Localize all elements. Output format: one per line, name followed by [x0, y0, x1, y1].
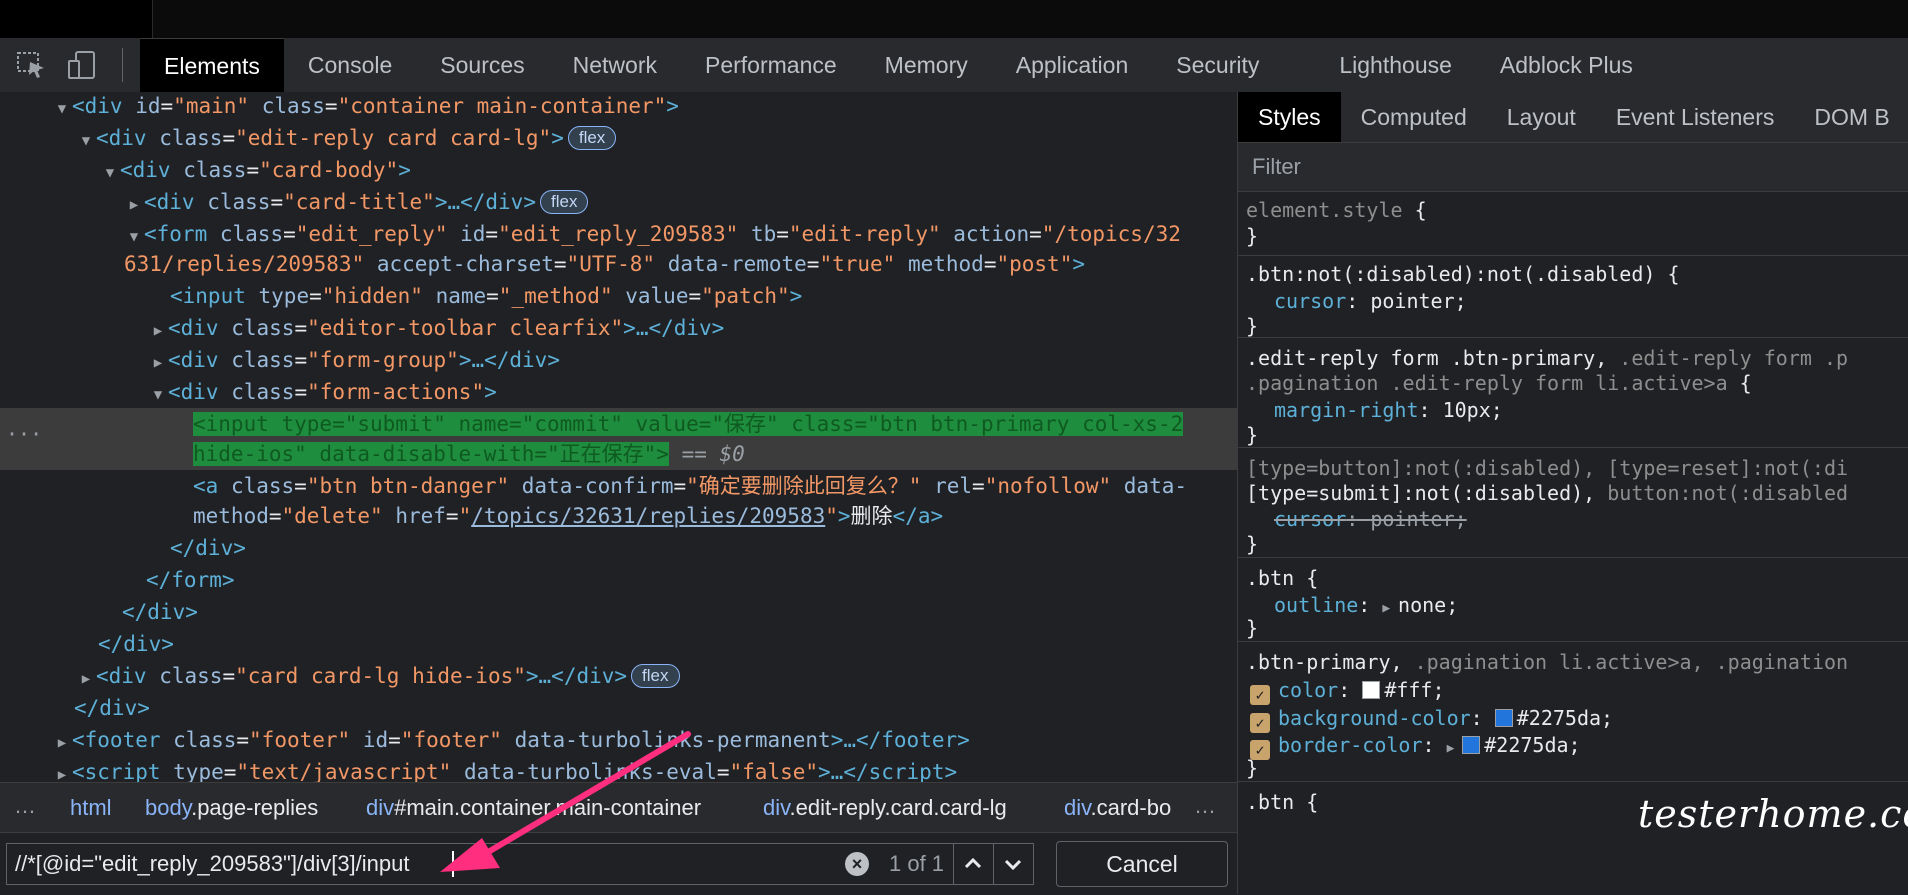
devtools-toolbar: Elements Console Sources Network Perform…: [0, 38, 1908, 93]
tab-memory[interactable]: Memory: [861, 38, 992, 92]
tab-elements[interactable]: Elements: [140, 38, 284, 93]
clear-icon[interactable]: ×: [845, 852, 869, 876]
dom-node-card-title[interactable]: ▶ <div class="card-title">…</div> flex: [124, 186, 589, 218]
tab-adblock-plus[interactable]: Adblock Plus: [1476, 38, 1657, 92]
tab-lighthouse[interactable]: Lighthouse: [1315, 38, 1476, 92]
tab-security[interactable]: Security: [1152, 38, 1315, 92]
css-rule-type-button: [type=button]:not(:disabled), [type=rese…: [1238, 447, 1908, 558]
breadcrumb: … html body.page-replies div#main.contai…: [0, 782, 1237, 833]
filter-placeholder: Filter: [1252, 154, 1301, 179]
dom-node-submit-input-cont[interactable]: hide-ios" data-disable-with="正在保存"> == $…: [193, 438, 745, 470]
dom-close-div: </div>: [122, 600, 198, 624]
color-swatch[interactable]: [1494, 709, 1513, 727]
checkbox-icon[interactable]: ✓: [1250, 713, 1270, 733]
breadcrumb-more-right[interactable]: …: [1194, 783, 1216, 833]
device-toolbar-icon[interactable]: [66, 50, 98, 80]
dom-tree: ··· ▼ <div id="main" class="container mai…: [0, 92, 1237, 782]
dom-node-delete-link-cont: method="delete" href="/topics/32631/repl…: [193, 504, 944, 528]
dom-node-hidden-input[interactable]: <input type="hidden" name="_method" valu…: [170, 280, 802, 312]
expand-triangle-icon[interactable]: ▶: [1382, 601, 1398, 616]
chevron-down-icon: [1004, 859, 1022, 871]
tab-styles[interactable]: Styles: [1238, 92, 1341, 142]
tab-network[interactable]: Network: [549, 38, 681, 92]
panel-tabs: Elements Console Sources Network Perform…: [140, 38, 1657, 93]
dom-node-card-body[interactable]: ▼ <div class="card-body">: [100, 154, 411, 186]
dom-close-div: </div>: [74, 696, 150, 720]
tab-event-listeners[interactable]: Event Listeners: [1596, 92, 1795, 142]
breadcrumb-item-edit-reply[interactable]: div.edit-reply.card.card-lg: [763, 783, 1007, 833]
dom-node-footer[interactable]: ▶ <footer class="footer" id="footer" data…: [52, 724, 970, 756]
css-rule-btn: .btn { outline: ▶ none; }: [1238, 557, 1908, 642]
dom-node-editor-toolbar[interactable]: ▶ <div class="editor-toolbar clearfix">…<…: [148, 312, 725, 344]
browser-tab-area: [152, 0, 1908, 38]
color-swatch[interactable]: [1462, 736, 1481, 754]
tab-dom-breakpoints[interactable]: DOM B: [1794, 92, 1908, 142]
href-link[interactable]: /topics/32631/replies/209583: [471, 504, 825, 528]
tab-layout[interactable]: Layout: [1487, 92, 1596, 142]
breadcrumb-item-main[interactable]: div#main.container.main-container: [366, 783, 701, 833]
tab-application[interactable]: Application: [992, 38, 1153, 92]
xpath-search-input[interactable]: [15, 844, 835, 884]
xpath-search-box: × 1 of 1: [6, 843, 1034, 885]
tab-computed[interactable]: Computed: [1341, 92, 1487, 142]
text-caret: [452, 851, 454, 877]
node-menu-dots[interactable]: ···: [6, 422, 42, 446]
css-rule-element-style: element.style { }: [1238, 191, 1908, 256]
css-rule-btn-primary-margin: .edit-reply form .btn-primary, .edit-rep…: [1238, 337, 1908, 448]
dom-node-form[interactable]: ▼ <form class="edit_reply" id="edit_reply…: [124, 218, 1181, 250]
breadcrumb-item-body[interactable]: body.page-replies: [145, 783, 318, 833]
tab-console[interactable]: Console: [284, 38, 416, 92]
flex-badge[interactable]: flex: [567, 126, 617, 150]
dom-close-form: </form>: [146, 568, 235, 592]
tab-sources[interactable]: Sources: [416, 38, 548, 92]
previous-match-button[interactable]: [953, 844, 992, 884]
dom-node-form-actions[interactable]: ▼ <div class="form-actions">: [148, 376, 497, 408]
styles-tabs: Styles Computed Layout Event Listeners D…: [1238, 92, 1908, 143]
inspect-element-icon[interactable]: [16, 50, 48, 80]
toolbar-divider: [122, 48, 123, 82]
color-swatch[interactable]: [1362, 681, 1381, 699]
dom-node-form-group[interactable]: ▶ <div class="form-group">…</div>: [148, 344, 560, 376]
checkbox-icon[interactable]: ✓: [1250, 685, 1270, 705]
browser-top-strip: [0, 0, 1908, 38]
dom-close-div: </div>: [170, 536, 246, 560]
styles-filter[interactable]: Filter: [1238, 143, 1908, 192]
dom-node-edit-reply[interactable]: ▼ <div class="edit-reply card card-lg"> fl…: [76, 122, 617, 154]
dom-node-delete-link[interactable]: <a class="btn btn-danger" data-confirm="…: [193, 470, 1187, 502]
flex-badge[interactable]: flex: [539, 190, 589, 214]
cancel-button[interactable]: Cancel: [1056, 841, 1228, 887]
dom-search-bar: × 1 of 1 Cancel: [0, 832, 1237, 895]
match-count: 1 of 1: [889, 851, 945, 876]
dom-node-script[interactable]: ▶ <script type="text/javascript" data-tur…: [52, 756, 957, 782]
dom-close-div: </div>: [98, 632, 174, 656]
selected-node-ref: == $0: [681, 442, 745, 466]
styles-pane: Styles Computed Layout Event Listeners D…: [1237, 92, 1908, 894]
tab-performance[interactable]: Performance: [681, 38, 861, 92]
css-rule-btn-not-disabled: .btn:not(:disabled):not(.disabled) { cur…: [1238, 255, 1908, 338]
dom-node-submit-input[interactable]: <input type="submit" name="commit" value…: [193, 408, 1184, 440]
css-rule-btn-primary: .btn-primary, .pagination li.active>a, .…: [1238, 641, 1908, 782]
flex-badge[interactable]: flex: [631, 664, 680, 688]
dom-node-form-cont: 631/replies/209583" accept-charset="UTF-…: [124, 252, 1085, 276]
watermark: testerhome.com: [1638, 792, 1908, 836]
dom-node-main[interactable]: ▼ <div id="main" class="container main-co…: [52, 92, 679, 122]
breadcrumb-item-html[interactable]: html: [70, 783, 112, 833]
chevron-up-icon: [964, 857, 982, 869]
dom-node-card-lg[interactable]: ▶ <div class="card card-lg hide-ios">…</d…: [76, 660, 680, 692]
breadcrumb-more-left[interactable]: …: [14, 783, 36, 833]
next-match-button[interactable]: [993, 844, 1032, 884]
expand-triangle-icon[interactable]: ▶: [1447, 741, 1463, 756]
breadcrumb-item-card-body[interactable]: div.card-bo: [1064, 783, 1176, 833]
